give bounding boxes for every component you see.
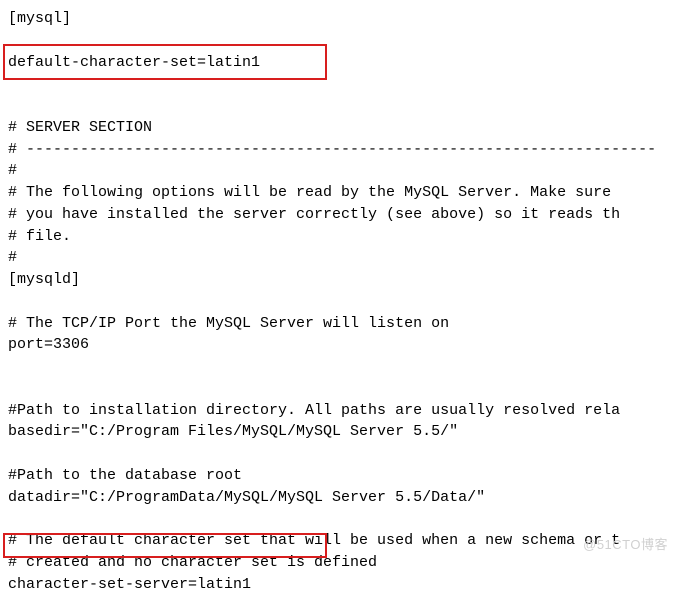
watermark: @51CTO博客: [583, 536, 668, 555]
blank-line: [8, 356, 676, 378]
config-line-mysqld-section: [mysqld]: [8, 269, 676, 291]
blank-line: [8, 378, 676, 400]
config-line-comment: # The TCP/IP Port the MySQL Server will …: [8, 313, 676, 335]
blank-line: [8, 30, 676, 52]
config-line-comment: # file.: [8, 226, 676, 248]
config-line-comment: # you have installed the server correctl…: [8, 204, 676, 226]
config-line-basedir: basedir="C:/Program Files/MySQL/MySQL Se…: [8, 421, 676, 443]
blank-line: [8, 508, 676, 530]
config-line-charset-server: character-set-server=latin1: [8, 574, 676, 595]
config-line-comment: #Path to the database root: [8, 465, 676, 487]
config-line-mysql-section: [mysql]: [8, 8, 676, 30]
config-line-server-section-header: # SERVER SECTION: [8, 117, 676, 139]
blank-line: [8, 443, 676, 465]
config-line-comment: # The following options will be read by …: [8, 182, 676, 204]
blank-line: [8, 73, 676, 95]
config-line-default-charset: default-character-set=latin1: [8, 52, 676, 74]
blank-line: [8, 95, 676, 117]
config-line-comment: #Path to installation directory. All pat…: [8, 400, 676, 422]
config-line-divider: # --------------------------------------…: [8, 139, 676, 161]
config-line-comment: # created and no character set is define…: [8, 552, 676, 574]
config-line-port: port=3306: [8, 334, 676, 356]
config-line-datadir: datadir="C:/ProgramData/MySQL/MySQL Serv…: [8, 487, 676, 509]
blank-line: [8, 291, 676, 313]
config-line-comment: #: [8, 247, 676, 269]
config-line-comment: #: [8, 160, 676, 182]
config-line-comment: # The default character set that will be…: [8, 530, 676, 552]
